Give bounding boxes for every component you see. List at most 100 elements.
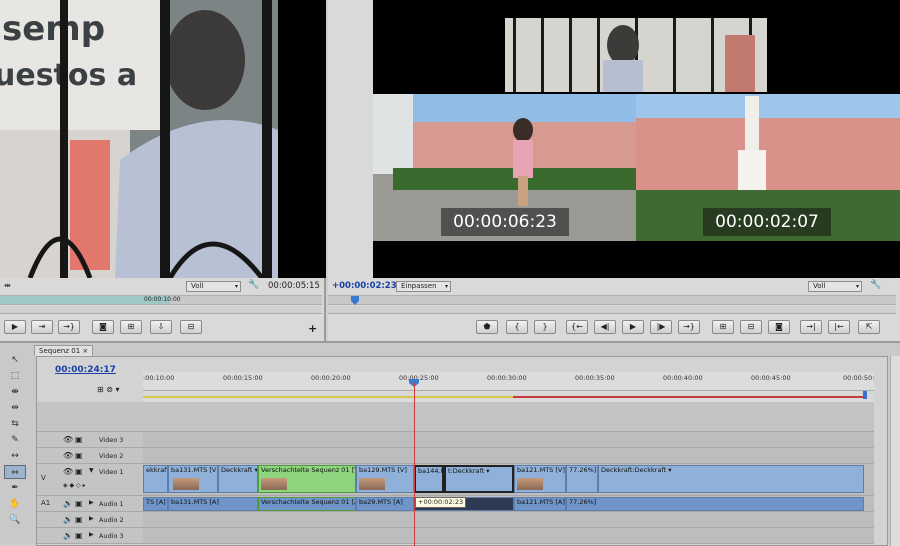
hand-tool-icon[interactable]: ✋ [4, 497, 26, 511]
program-zoom-bar[interactable] [328, 306, 896, 314]
razor-tool-icon[interactable]: ✎ [4, 433, 26, 447]
go-to-in-button[interactable]: {← [566, 320, 588, 334]
program-video-frame: 00:00:06:23 00:00:02:07 [373, 0, 900, 278]
insert-button[interactable]: ⊞ [120, 320, 142, 334]
marker-button[interactable]: ⬟ [476, 320, 498, 334]
timeline-scrollbar[interactable] [890, 356, 900, 546]
track-lane-audio2[interactable] [143, 512, 874, 528]
rate-stretch-tool-icon[interactable]: ⇆ [4, 417, 26, 431]
trim-button[interactable]: ⊟ [180, 320, 202, 334]
lock-icon[interactable]: ▣ [75, 515, 83, 524]
track-lane-video2[interactable] [143, 448, 874, 464]
slide-tool-icon[interactable]: ⇔ [4, 465, 26, 479]
tab-sequence[interactable]: Sequenz 01 × [34, 345, 94, 356]
clip-video[interactable]: ekkraft ▾ [143, 465, 168, 493]
clip-audio[interactable]: ba121.MTS [A] [514, 497, 566, 511]
trim-in-button[interactable]: →| [800, 320, 822, 334]
expand-icon[interactable]: ▼ [89, 467, 94, 474]
step-forward-button[interactable]: |▶ [650, 320, 672, 334]
source-ruler-label: 00:00:10:00 [144, 296, 181, 303]
source-track-label[interactable]: A1 [41, 499, 50, 507]
track-select-tool-icon[interactable]: ⬚ [4, 369, 26, 383]
source-video-frame: semp uestos a [0, 0, 278, 278]
program-fit-dropdown[interactable]: Einpassen ▾ [396, 281, 451, 292]
expand-icon[interactable]: ▶ [89, 515, 94, 522]
mark-in-button[interactable]: { [506, 320, 528, 334]
clip-audio[interactable]: TS [A] [143, 497, 168, 511]
lock-icon[interactable]: ▣ [75, 499, 83, 508]
overwrite-button[interactable]: ⇩ [150, 320, 172, 334]
track-lane-video1[interactable]: ekkraft ▾ ba131.MTS [V] Deckkraft ▾ Vers… [143, 464, 874, 496]
export-frame-icon[interactable]: ◙ [768, 320, 790, 334]
clip-audio[interactable]: 77.26%] [566, 497, 864, 511]
extract-button[interactable]: ⊟ [740, 320, 762, 334]
track-lane-audio1[interactable]: TS [A] ba131.MTS [A] Verschachtelte Sequ… [143, 496, 874, 512]
close-icon[interactable]: × [82, 347, 88, 355]
source-zoom-bar[interactable] [0, 306, 322, 314]
clip-video-selected[interactable]: t:Deckkraft ▾ [444, 465, 514, 493]
eye-icon[interactable]: 👁 [63, 467, 73, 476]
playhead-line[interactable] [414, 383, 415, 546]
ruler-label: 00:00:50: [843, 374, 875, 382]
clip-video-selected[interactable]: ba144.MTS [V] [414, 465, 444, 493]
pen-tool-icon[interactable]: ✒ [4, 481, 26, 495]
clip-video[interactable]: 77.26%] [566, 465, 598, 493]
trim-out-button[interactable]: |← [828, 320, 850, 334]
in-out-icon[interactable]: ⇹ [4, 281, 11, 290]
clip-video[interactable]: ba129.MTS [V] [356, 465, 414, 493]
timeline-current-time[interactable]: 00:00:24:17 [55, 365, 116, 375]
play-button[interactable]: ▶ [4, 320, 26, 334]
add-button-icon[interactable]: + [308, 322, 317, 335]
rolling-edit-tool-icon[interactable]: ⇹ [4, 401, 26, 415]
clip-audio[interactable]: ba131.MTS [A] [168, 497, 258, 511]
snap-icon[interactable]: ⊞ ⊚ ▾ [97, 385, 120, 394]
clip-video[interactable]: Deckkraft:Deckkraft ▾ [598, 465, 864, 493]
source-zoom-dropdown[interactable]: Voll ▾ [186, 281, 241, 292]
clip-nested-sequence[interactable]: Verschachtelte Sequenz 01 [V] [258, 465, 356, 493]
keyframe-nav-icon[interactable]: ◈ ◆ ◇ ▸ [63, 482, 86, 489]
go-to-out-button[interactable]: →} [678, 320, 700, 334]
loop-button[interactable]: →} [58, 320, 80, 334]
speaker-icon[interactable]: 🔊 [63, 531, 73, 540]
clip-audio-nested[interactable]: Verschachtelte Sequenz 01 [A] [258, 497, 356, 511]
ruler-label: 00:00:30:00 [487, 374, 527, 382]
program-zoom-dropdown[interactable]: Voll ▾ [808, 281, 862, 292]
output-button[interactable]: ⇱ [858, 320, 880, 334]
wrench-icon[interactable]: 🔧 [248, 280, 259, 290]
lock-icon[interactable]: ▣ [75, 467, 83, 476]
eye-icon[interactable]: 👁 [63, 451, 73, 460]
expand-icon[interactable]: ▶ [89, 531, 94, 538]
clip-video[interactable]: ba121.MTS [V] [514, 465, 566, 493]
program-current-time[interactable]: +00:00:02:23 [332, 281, 397, 291]
slip-tool-icon[interactable]: ↔ [4, 449, 26, 463]
track-lane-video3[interactable] [143, 432, 874, 448]
track-lane-audio3[interactable] [143, 528, 874, 544]
speaker-icon[interactable]: 🔊 [63, 499, 73, 508]
source-time-ruler[interactable]: 00:00:10:00 [0, 295, 322, 305]
export-frame-icon[interactable]: ◙ [92, 320, 114, 334]
clip-video[interactable]: Deckkraft ▾ [218, 465, 258, 493]
expand-icon[interactable]: ▶ [89, 499, 94, 506]
clip-video[interactable]: ba131.MTS [V] [168, 465, 218, 493]
speaker-icon[interactable]: 🔊 [63, 515, 73, 524]
track-header-audio1: A1 🔊 ▣ ▶ Audio 1 [37, 496, 143, 512]
lift-button[interactable]: ⊞ [712, 320, 734, 334]
program-time-ruler[interactable] [328, 295, 896, 305]
zoom-tool-icon[interactable]: 🔍 [4, 513, 26, 527]
ruler-label: :00:10:00 [143, 374, 175, 382]
lock-icon[interactable]: ▣ [75, 531, 83, 540]
source-track-label[interactable]: V [41, 474, 46, 482]
wrench-icon[interactable]: 🔧 [870, 280, 881, 290]
step-back-button[interactable]: ◀| [594, 320, 616, 334]
clip-audio[interactable]: ba29.MTS [A] [356, 497, 414, 511]
lock-icon[interactable]: ▣ [75, 451, 83, 460]
selection-tool-icon[interactable]: ↖ [4, 353, 26, 367]
playhead-marker-icon[interactable] [350, 296, 360, 306]
ripple-edit-tool-icon[interactable]: ⇼ [4, 385, 26, 399]
lock-icon[interactable]: ▣ [75, 435, 83, 444]
eye-icon[interactable]: 👁 [63, 435, 73, 444]
work-area-bar[interactable] [143, 390, 874, 399]
play-stop-button[interactable]: ▶ [622, 320, 644, 334]
play-in-out-button[interactable]: ⇥ [31, 320, 53, 334]
mark-out-button[interactable]: } [534, 320, 556, 334]
